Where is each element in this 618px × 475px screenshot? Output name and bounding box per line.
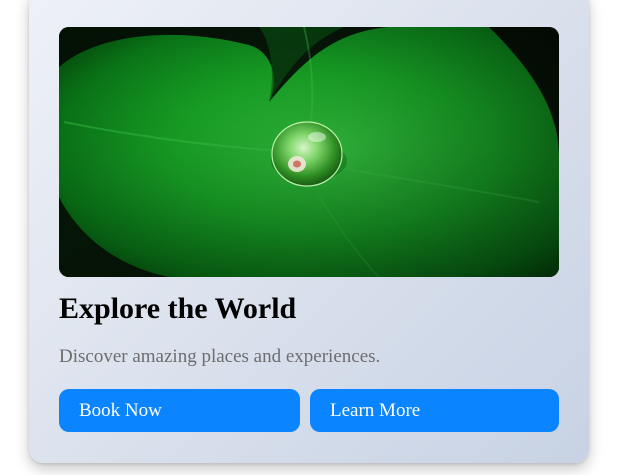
book-now-button[interactable]: Book Now: [59, 389, 300, 432]
leaf-droplet-image: [59, 27, 559, 277]
hero-image: [59, 27, 559, 277]
card-title: Explore the World: [59, 292, 297, 325]
learn-more-button[interactable]: Learn More: [310, 389, 559, 432]
card-description: Discover amazing places and experiences.: [59, 346, 381, 367]
explore-card: Explore the World Discover amazing place…: [29, 0, 589, 463]
